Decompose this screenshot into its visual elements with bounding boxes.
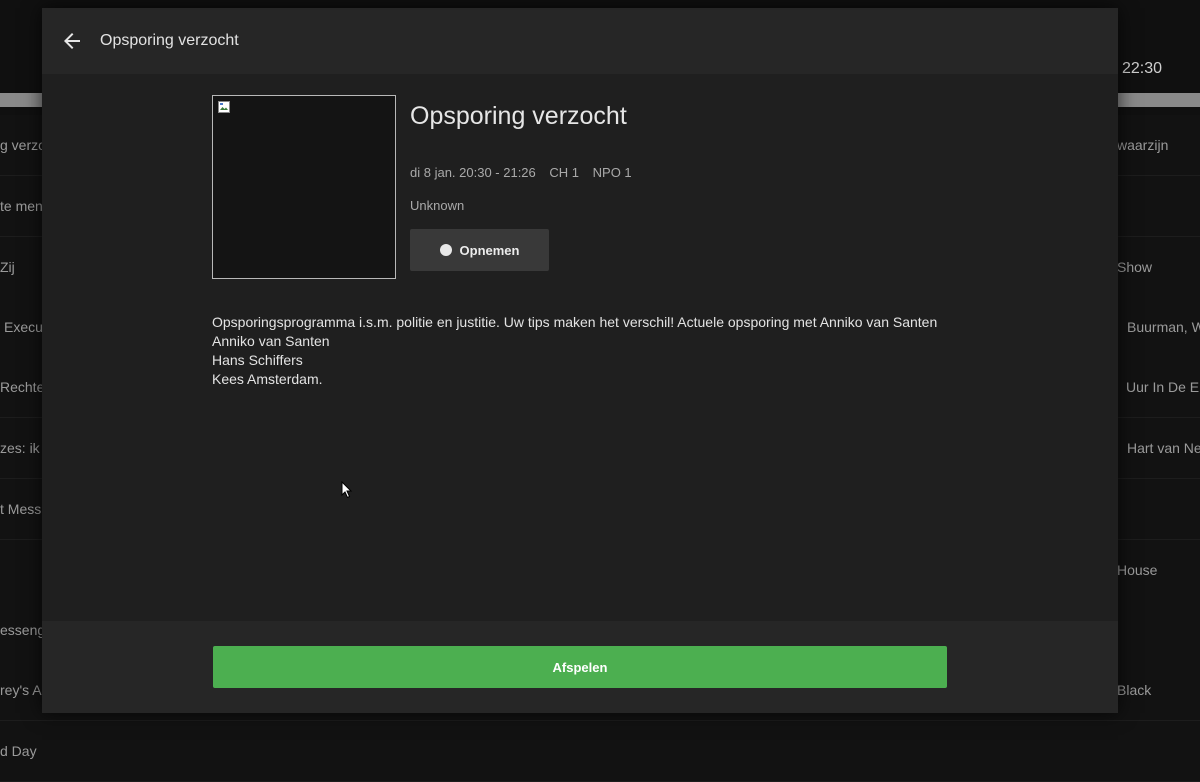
guide-row-right: Show — [1117, 259, 1153, 275]
description-line: Anniko van Santen — [212, 333, 330, 349]
guide-row-left: Zij — [0, 259, 15, 275]
play-button-label: Afspelen — [552, 659, 608, 675]
guide-row-left: g verzo — [0, 137, 46, 153]
channel-number: CH 1 — [549, 165, 580, 180]
program-description: Opsporingsprogramma i.s.m. politie en ju… — [212, 313, 937, 389]
mouse-pointer-icon — [341, 481, 353, 499]
guide-row-left: d Day — [0, 743, 37, 759]
program-meta: di 8 jan. 20:30 - 21:26 CH 1 NPO 1 — [410, 165, 642, 180]
dialog-footer: Afspelen — [42, 621, 1118, 713]
dialog-title: Opsporing verzocht — [100, 32, 239, 49]
record-button[interactable]: Opnemen — [410, 229, 549, 271]
guide-row-left: t Mess — [0, 501, 42, 517]
guide-row-left: esseng — [0, 622, 46, 638]
program-title: Opsporing verzocht — [410, 102, 627, 130]
dialog-header: Opsporing verzocht — [42, 8, 1118, 74]
guide-row-left: Execu — [4, 319, 43, 335]
broken-image-icon — [218, 101, 230, 113]
guide-current-time: 22:30 — [1122, 60, 1163, 77]
description-line: Opsporingsprogramma i.s.m. politie en ju… — [212, 314, 938, 330]
play-button[interactable]: Afspelen — [213, 646, 947, 688]
description-line: Hans Schiffers — [212, 352, 303, 368]
guide-row-right: House — [1117, 562, 1158, 578]
guide-row-right: Black — [1117, 682, 1152, 698]
guide-row-left: rey's A — [0, 682, 42, 698]
guide-row-right: waarzijn — [1117, 137, 1169, 153]
guide-row-right: Hart van Ne — [1127, 440, 1200, 456]
program-status: Unknown — [410, 198, 465, 213]
record-dot-icon — [439, 244, 452, 256]
program-details-dialog: Opsporing verzocht Opsporing verzocht di… — [42, 8, 1118, 713]
program-thumbnail — [212, 95, 396, 279]
guide-row-left: zes: ik — [0, 440, 40, 456]
guide-row-right: Uur In De E — [1126, 379, 1200, 395]
record-button-label: Opnemen — [459, 242, 520, 258]
back-arrow-icon[interactable] — [60, 29, 84, 53]
program-datetime: di 8 jan. 20:30 - 21:26 — [410, 165, 536, 180]
description-line: Kees Amsterdam. — [212, 371, 323, 387]
guide-row-right: Buurman, W — [1127, 319, 1200, 335]
channel-name: NPO 1 — [592, 165, 632, 180]
guide-row-left: Rechte — [0, 379, 45, 395]
